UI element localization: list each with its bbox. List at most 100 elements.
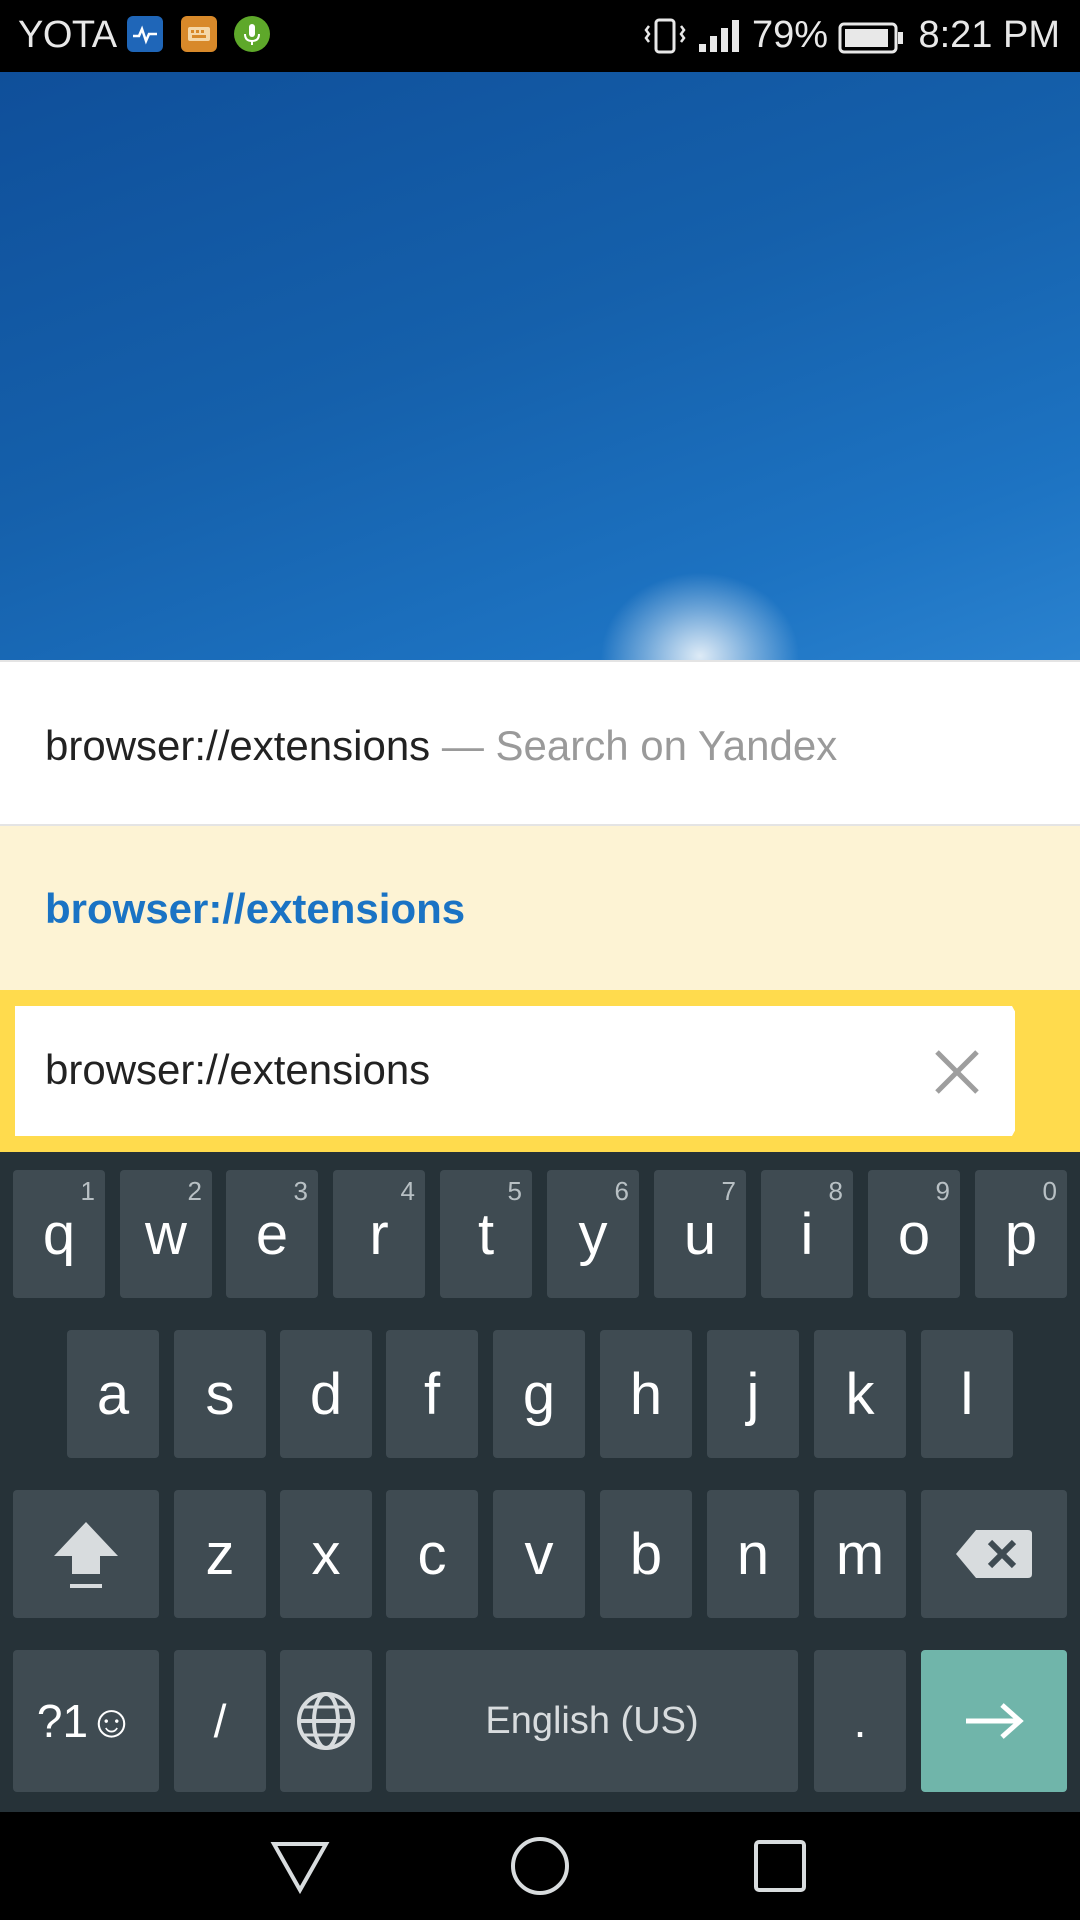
- space-key[interactable]: English (US): [386, 1650, 798, 1792]
- key-u[interactable]: u7: [654, 1170, 746, 1298]
- language-key[interactable]: [280, 1650, 372, 1792]
- vibrate-icon: [643, 16, 687, 61]
- key-label: x: [311, 1521, 341, 1587]
- key-hint: 0: [1042, 1176, 1057, 1206]
- shift-arrow-icon: [54, 1522, 118, 1588]
- search-suggestion-query: browser://extensions: [45, 722, 431, 769]
- key-label: s: [205, 1361, 235, 1427]
- url-suggestion-text: browser://extensions: [45, 885, 466, 932]
- key-label: a: [96, 1361, 130, 1427]
- key-f[interactable]: f: [386, 1330, 478, 1458]
- backspace-key[interactable]: [921, 1490, 1067, 1618]
- key-t[interactable]: t5: [440, 1170, 532, 1298]
- period-key[interactable]: .: [814, 1650, 906, 1792]
- microphone-app-icon: [234, 16, 270, 52]
- key-b[interactable]: b: [600, 1490, 692, 1618]
- key-p[interactable]: p0: [975, 1170, 1067, 1298]
- key-q[interactable]: q1: [13, 1170, 105, 1298]
- shift-key[interactable]: [13, 1490, 159, 1618]
- soft-keyboard: q1 w2 e3 r4 t5 y6 u7 i8 o9 p0 a s d f g …: [0, 1152, 1080, 1812]
- key-label: n: [736, 1521, 770, 1587]
- key-g[interactable]: g: [493, 1330, 585, 1458]
- key-v[interactable]: v: [493, 1490, 585, 1618]
- key-label: f: [423, 1361, 441, 1427]
- home-button[interactable]: [508, 1834, 572, 1898]
- key-label: o: [897, 1201, 931, 1267]
- arrow-right-icon: [966, 1703, 1024, 1739]
- navigation-bar: [0, 1812, 1080, 1920]
- key-hint: 2: [187, 1176, 202, 1206]
- key-d[interactable]: d: [280, 1330, 372, 1458]
- address-input[interactable]: browser://extensions: [45, 1046, 430, 1094]
- key-label: v: [524, 1521, 554, 1587]
- key-label: z: [205, 1521, 235, 1587]
- key-s[interactable]: s: [174, 1330, 266, 1458]
- key-k[interactable]: k: [814, 1330, 906, 1458]
- key-hint: 4: [400, 1176, 415, 1206]
- key-c[interactable]: c: [386, 1490, 478, 1618]
- key-hint: 1: [80, 1176, 95, 1206]
- home-circle-icon: [511, 1837, 569, 1895]
- status-bar: YOTA 79% 8:21 PM: [0, 0, 1080, 72]
- key-label: l: [960, 1361, 974, 1427]
- key-label: q: [42, 1201, 76, 1267]
- carrier-label: YOTA: [18, 14, 117, 56]
- key-l[interactable]: l: [921, 1330, 1013, 1458]
- key-o[interactable]: o9: [868, 1170, 960, 1298]
- keyboard-app-icon: [181, 16, 217, 52]
- key-label: t: [477, 1201, 495, 1267]
- url-suggestion[interactable]: browser://extensions: [0, 826, 1080, 990]
- globe-icon: [297, 1692, 355, 1750]
- enter-key[interactable]: [921, 1650, 1067, 1792]
- health-app-icon: [127, 16, 163, 52]
- key-j[interactable]: j: [707, 1330, 799, 1458]
- key-label: c: [417, 1521, 447, 1587]
- key-label: p: [1004, 1201, 1038, 1267]
- symbols-emoji-key[interactable]: ?1☺: [13, 1650, 159, 1792]
- key-hint: 5: [507, 1176, 522, 1206]
- address-field[interactable]: browser://extensions: [15, 1006, 1015, 1136]
- key-hint: 6: [614, 1176, 629, 1206]
- slash-key[interactable]: /: [174, 1650, 266, 1792]
- key-label: e: [255, 1201, 289, 1267]
- key-label: .: [853, 1695, 867, 1747]
- key-r[interactable]: r4: [333, 1170, 425, 1298]
- clear-button[interactable]: [927, 1042, 987, 1102]
- battery-percent: 79%: [752, 14, 829, 56]
- back-triangle-icon: [270, 1842, 330, 1895]
- key-label: y: [578, 1201, 608, 1267]
- search-suggestion-text: browser://extensions — Search on Yandex: [45, 722, 837, 770]
- key-label: /: [213, 1695, 227, 1747]
- key-hint: 8: [828, 1176, 843, 1206]
- background-wallpaper: [0, 72, 1080, 660]
- key-label: r: [369, 1201, 389, 1267]
- key-label: j: [746, 1361, 760, 1427]
- key-label: English (US): [485, 1699, 699, 1742]
- key-n[interactable]: n: [707, 1490, 799, 1618]
- key-label: m: [835, 1521, 885, 1587]
- recents-square-icon: [754, 1840, 806, 1892]
- key-z[interactable]: z: [174, 1490, 266, 1618]
- recents-button[interactable]: [748, 1834, 812, 1898]
- cloud-image: [600, 572, 800, 660]
- key-label: u: [683, 1201, 717, 1267]
- key-label: h: [629, 1361, 663, 1427]
- key-m[interactable]: m: [814, 1490, 906, 1618]
- clock: 8:21 PM: [918, 14, 1060, 56]
- key-h[interactable]: h: [600, 1330, 692, 1458]
- key-i[interactable]: i8: [761, 1170, 853, 1298]
- address-bar: browser://extensions: [0, 990, 1080, 1152]
- key-label: w: [145, 1201, 187, 1267]
- key-hint: 7: [721, 1176, 736, 1206]
- key-y[interactable]: y6: [547, 1170, 639, 1298]
- battery-icon: [838, 22, 904, 59]
- key-e[interactable]: e3: [226, 1170, 318, 1298]
- search-suggestion[interactable]: browser://extensions — Search on Yandex: [0, 660, 1080, 826]
- key-label: k: [845, 1361, 875, 1427]
- key-x[interactable]: x: [280, 1490, 372, 1618]
- key-a[interactable]: a: [67, 1330, 159, 1458]
- key-label: i: [800, 1201, 814, 1267]
- key-w[interactable]: w2: [120, 1170, 212, 1298]
- back-button[interactable]: [268, 1834, 332, 1898]
- key-hint: 3: [293, 1176, 308, 1206]
